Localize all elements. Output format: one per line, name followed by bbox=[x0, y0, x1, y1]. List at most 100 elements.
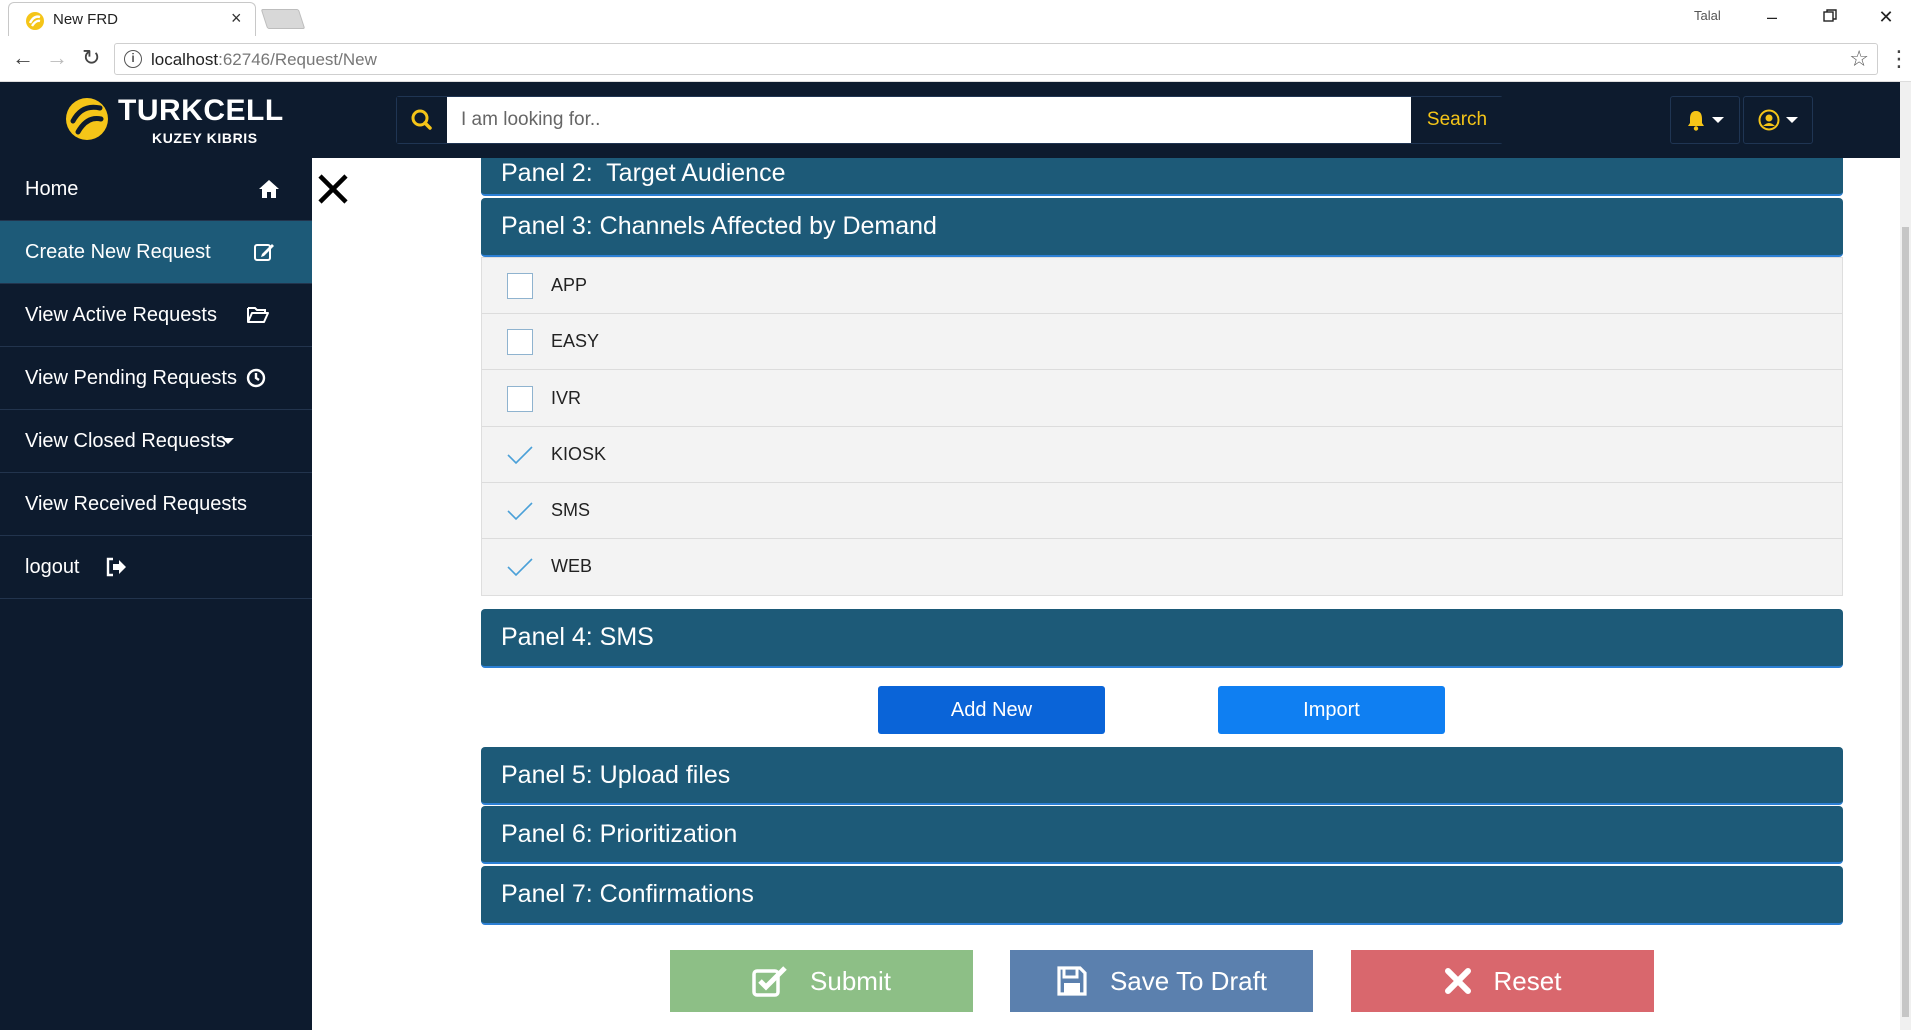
browser-menu-icon[interactable]: ⋮ bbox=[1888, 46, 1910, 72]
sidebar-item-label: Home bbox=[25, 178, 79, 200]
clock-icon bbox=[246, 368, 266, 388]
reset-button[interactable]: Reset bbox=[1351, 950, 1654, 1012]
close-sidebar-icon[interactable] bbox=[316, 172, 350, 206]
caret-down-icon bbox=[1786, 117, 1798, 123]
url-input[interactable]: i localhost:62746/Request/New ☆ bbox=[114, 43, 1878, 75]
page-scrollbar[interactable] bbox=[1900, 82, 1911, 1030]
panel-title: Panel 6: Prioritization bbox=[501, 820, 738, 848]
submit-button[interactable]: Submit bbox=[670, 950, 973, 1012]
channel-row-web: WEB bbox=[482, 539, 1842, 595]
turkcell-logo[interactable]: TURKCELL KUZEY KIBRIS bbox=[64, 94, 283, 148]
channel-row-sms: SMS bbox=[482, 483, 1842, 539]
channel-label: APP bbox=[551, 275, 588, 295]
browser-tab-bar: New FRD × Talal – ✕ bbox=[0, 0, 1911, 36]
save-to-draft-button[interactable]: Save To Draft bbox=[1010, 950, 1313, 1012]
channel-label: SMS bbox=[551, 500, 591, 520]
checkbox[interactable] bbox=[507, 386, 533, 412]
add-new-button[interactable]: Add New bbox=[878, 686, 1105, 734]
search-bar: Search bbox=[396, 96, 1503, 144]
panel-title: Panel 4: SMS bbox=[501, 623, 654, 651]
checkmark-icon[interactable] bbox=[507, 554, 533, 580]
notifications-dropdown[interactable] bbox=[1670, 96, 1740, 144]
turkcell-logo-icon bbox=[66, 98, 108, 140]
edit-icon bbox=[254, 244, 274, 261]
channel-label: EASY bbox=[551, 331, 600, 351]
reset-label: Reset bbox=[1493, 965, 1562, 996]
save-to-draft-label: Save To Draft bbox=[1109, 965, 1268, 996]
caret-down-icon bbox=[222, 438, 234, 444]
new-tab-button[interactable] bbox=[260, 9, 306, 29]
sidebar-item-view-pending-requests[interactable]: View Pending Requests bbox=[0, 347, 312, 410]
url-text: localhost:62746/Request/New bbox=[151, 50, 377, 69]
scrollbar-thumb[interactable] bbox=[1902, 227, 1909, 1017]
sign-out-icon bbox=[106, 557, 126, 577]
search-icon[interactable] bbox=[397, 97, 447, 143]
panel-title: Panel 5: Upload files bbox=[501, 761, 731, 789]
sidebar-item-view-active-requests[interactable]: View Active Requests bbox=[0, 284, 312, 347]
floppy-disk-icon bbox=[1057, 966, 1087, 996]
sidebar-item-label: Create New Request bbox=[25, 241, 211, 263]
panel-title: Panel 7: Confirmations bbox=[501, 880, 754, 908]
minimize-icon[interactable]: – bbox=[1752, 4, 1792, 30]
home-icon bbox=[259, 180, 279, 198]
import-button[interactable]: Import bbox=[1218, 686, 1445, 734]
user-circle-icon bbox=[1758, 109, 1780, 131]
caret-down-icon bbox=[1712, 117, 1724, 123]
sidebar-item-label: logout bbox=[25, 556, 80, 578]
panel-upload-files[interactable]: Panel 5: Upload files bbox=[481, 747, 1843, 805]
sidebar: Home Create New Request View Active Requ… bbox=[0, 158, 312, 1030]
bell-icon bbox=[1688, 111, 1704, 131]
channel-row-easy: EASY bbox=[482, 314, 1842, 370]
site-info-icon[interactable]: i bbox=[124, 50, 142, 68]
folder-open-icon bbox=[247, 307, 269, 323]
sidebar-item-view-received-requests[interactable]: View Received Requests bbox=[0, 473, 312, 536]
brand-subtitle: KUZEY KIBRIS bbox=[152, 130, 258, 146]
search-input[interactable] bbox=[447, 97, 1411, 143]
panel-confirmations[interactable]: Panel 7: Confirmations bbox=[481, 866, 1843, 925]
search-button[interactable]: Search bbox=[1411, 97, 1503, 143]
check-square-icon bbox=[752, 966, 787, 997]
panel-sms[interactable]: Panel 4: SMS bbox=[481, 609, 1843, 668]
tab-close-icon[interactable]: × bbox=[231, 8, 242, 29]
bookmark-star-icon[interactable]: ☆ bbox=[1849, 46, 1869, 72]
channel-label: IVR bbox=[551, 388, 582, 408]
channel-label: WEB bbox=[551, 556, 593, 576]
channel-row-app: APP bbox=[482, 258, 1842, 314]
app-header: TURKCELL KUZEY KIBRIS Search bbox=[0, 82, 1900, 158]
checkmark-icon[interactable] bbox=[507, 498, 533, 524]
restore-icon[interactable] bbox=[1810, 4, 1850, 30]
user-dropdown[interactable] bbox=[1743, 96, 1813, 144]
turkcell-favicon-icon bbox=[26, 12, 44, 30]
window-user-label: Talal bbox=[1694, 8, 1721, 23]
sidebar-item-label: View Active Requests bbox=[25, 304, 217, 326]
sidebar-item-label: View Closed Requests bbox=[25, 430, 226, 452]
channel-label: KIOSK bbox=[551, 444, 607, 464]
sidebar-item-logout[interactable]: logout bbox=[0, 536, 312, 599]
panel-target-audience[interactable]: Panel 2: Target Audience bbox=[481, 158, 1843, 196]
browser-address-bar: ← → ↻ i localhost:62746/Request/New ☆ ⋮ bbox=[0, 36, 1911, 82]
times-icon bbox=[1444, 968, 1471, 994]
checkbox[interactable] bbox=[507, 329, 533, 355]
sidebar-item-label: View Pending Requests bbox=[25, 367, 237, 389]
brand-name: TURKCELL bbox=[118, 94, 284, 127]
sidebar-item-view-closed-requests[interactable]: View Closed Requests bbox=[0, 410, 312, 473]
channel-list: APP EASY IVR KIOSK SMS WEB bbox=[481, 257, 1843, 596]
browser-tab[interactable]: New FRD × bbox=[8, 2, 256, 36]
submit-label: Submit bbox=[810, 965, 891, 996]
panel-channels[interactable]: Panel 3: Channels Affected by Demand bbox=[481, 198, 1843, 257]
channel-row-ivr: IVR bbox=[482, 371, 1842, 427]
panel-title: Panel 2: Target Audience bbox=[501, 159, 786, 187]
forward-arrow-icon[interactable]: → bbox=[46, 46, 68, 70]
sidebar-item-create-new-request[interactable]: Create New Request bbox=[0, 221, 312, 284]
sidebar-item-label: View Received Requests bbox=[25, 493, 247, 515]
reload-icon[interactable]: ↻ bbox=[82, 46, 100, 70]
channel-row-kiosk: KIOSK bbox=[482, 427, 1842, 483]
checkmark-icon[interactable] bbox=[507, 442, 533, 468]
window-close-icon[interactable]: ✕ bbox=[1866, 4, 1906, 30]
tab-title: New FRD bbox=[53, 11, 119, 28]
panel-prioritization[interactable]: Panel 6: Prioritization bbox=[481, 806, 1843, 864]
back-arrow-icon[interactable]: ← bbox=[12, 46, 34, 70]
panel-title: Panel 3: Channels Affected by Demand bbox=[501, 212, 937, 240]
checkbox[interactable] bbox=[507, 273, 533, 299]
sidebar-item-home[interactable]: Home bbox=[0, 158, 312, 221]
